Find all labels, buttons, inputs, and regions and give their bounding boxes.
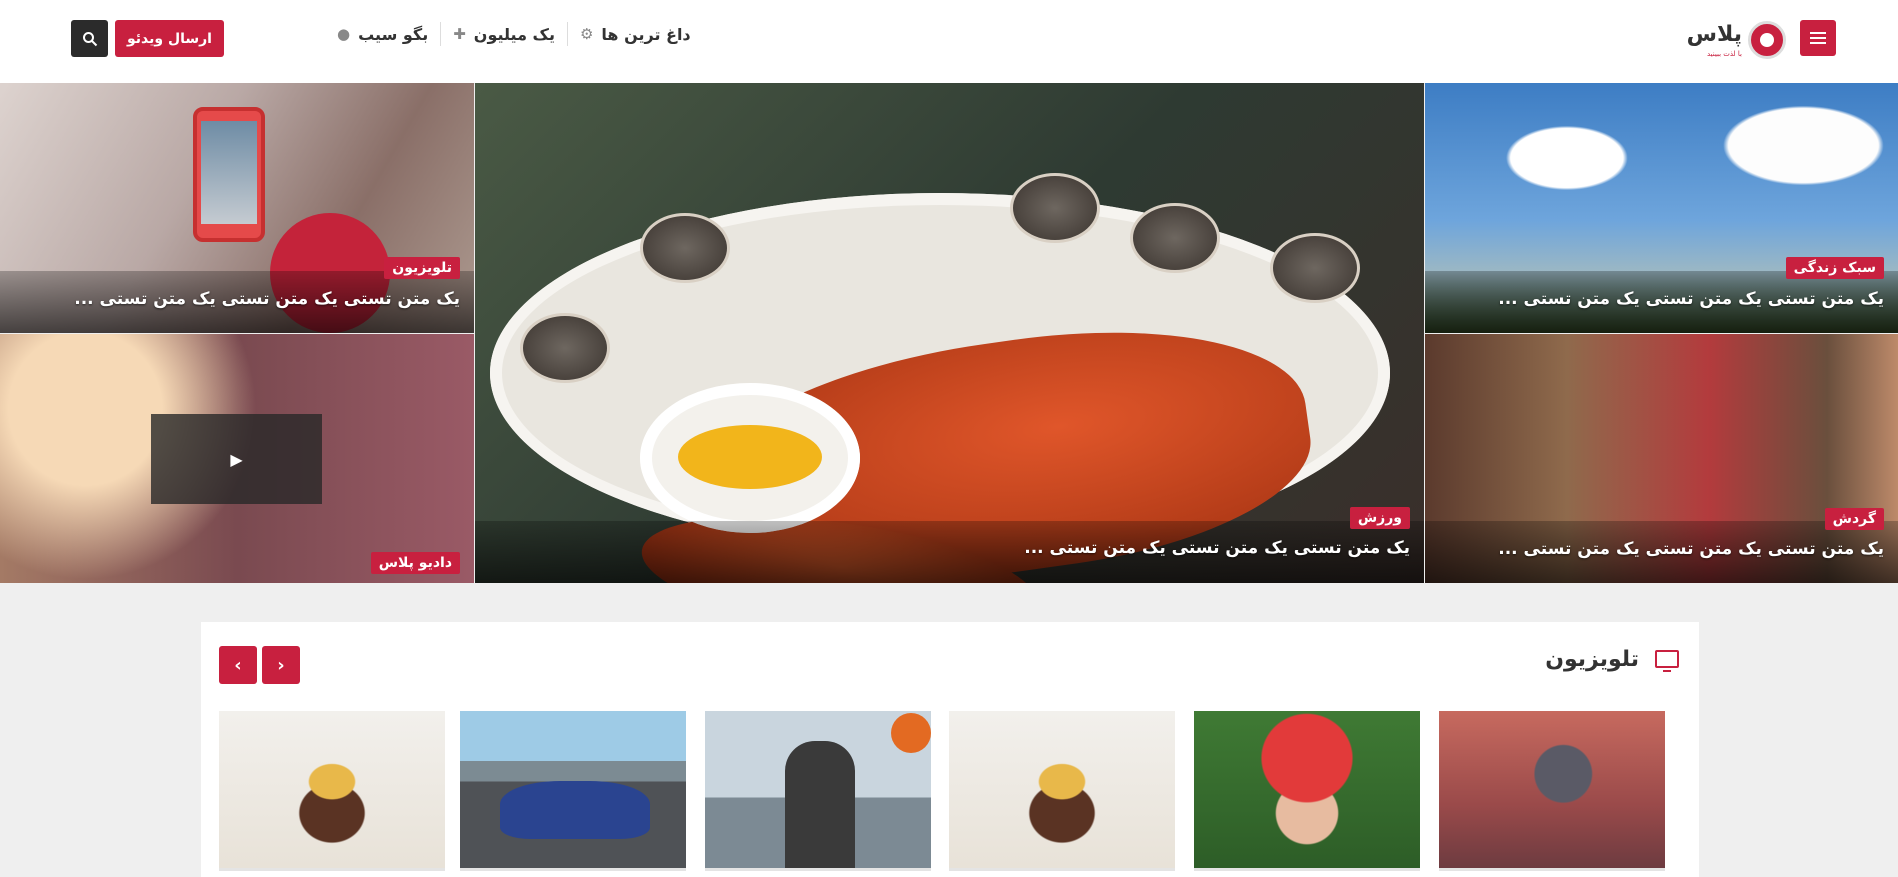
nav-item-one-million[interactable]: یک میلیون ✚ bbox=[440, 22, 567, 46]
tv-section: تلویزیون ‹ › bbox=[201, 622, 1699, 877]
hero-image-detail bbox=[520, 313, 610, 383]
carousel-prev-button[interactable]: ‹ bbox=[219, 646, 257, 684]
hero-title[interactable]: یک متن تستی یک متن تستی یک متن تستی ... bbox=[1024, 538, 1410, 558]
menu-icon bbox=[1810, 37, 1826, 39]
hero-image-detail bbox=[1270, 233, 1360, 303]
play-button[interactable]: ▶ bbox=[151, 414, 322, 504]
carousel-next-button[interactable]: › bbox=[262, 646, 300, 684]
hero-image-detail bbox=[490, 173, 1390, 583]
hero-tile-lifestyle[interactable]: سبک زندگی یک متن تستی یک متن تستی یک متن… bbox=[1425, 83, 1898, 333]
plus-icon: ✚ bbox=[453, 25, 466, 43]
hero-tile-travel[interactable]: گردش یک متن تستی یک متن تستی یک متن تستی… bbox=[1425, 334, 1898, 583]
carousel-thumb[interactable] bbox=[1194, 711, 1420, 871]
nav-item-label: یک میلیون bbox=[473, 24, 555, 44]
category-badge[interactable]: ورزش bbox=[1349, 507, 1410, 529]
category-badge[interactable]: دادیو پلاس bbox=[370, 552, 460, 574]
category-badge[interactable]: گردش bbox=[1824, 508, 1884, 530]
nav-item-say-cheese[interactable]: بگو سیب ● bbox=[325, 22, 440, 46]
search-button[interactable] bbox=[71, 20, 108, 57]
hero-title[interactable]: یک متن تستی یک متن تستی یک متن تستی ... bbox=[1498, 539, 1884, 559]
nav-item-label: داغ ترین ها bbox=[601, 24, 691, 44]
hero-image-detail bbox=[640, 213, 730, 283]
hero-image-detail bbox=[193, 107, 265, 242]
carousel-track bbox=[219, 711, 1679, 876]
gear-icon: ⚙ bbox=[579, 25, 594, 43]
site-logo[interactable]: پلاس با لذت ببینید bbox=[1687, 18, 1786, 62]
category-badge[interactable]: سبک زندگی bbox=[1785, 257, 1884, 279]
send-video-button[interactable]: ارسال ویدئو bbox=[115, 20, 224, 57]
logo-subtext: با لذت ببینید bbox=[1707, 50, 1742, 58]
hero-tile-sport[interactable]: ورزش یک متن تستی یک متن تستی یک متن تستی… bbox=[475, 83, 1424, 583]
apple-icon: ● bbox=[337, 25, 351, 43]
search-icon bbox=[82, 31, 97, 46]
nav-item-label: بگو سیب bbox=[358, 24, 429, 44]
hero-image-detail bbox=[1130, 203, 1220, 273]
site-header: پلاس با لذت ببینید داغ ترین ها ⚙ یک میلی… bbox=[0, 0, 1898, 84]
carousel-thumb[interactable] bbox=[1439, 711, 1665, 871]
carousel-thumb[interactable] bbox=[949, 711, 1175, 871]
monitor-icon bbox=[1655, 650, 1679, 672]
section-title: تلویزیون bbox=[1545, 647, 1639, 672]
hero-title[interactable]: یک متن تستی یک متن تستی یک متن تستی ... bbox=[1498, 289, 1884, 309]
hero-tile-radio[interactable]: ▶ دادیو پلاس bbox=[0, 334, 474, 583]
hero-image-detail bbox=[640, 383, 860, 533]
logo-mark-icon bbox=[1748, 21, 1786, 59]
hero-image-detail bbox=[1010, 173, 1100, 243]
hero-title[interactable]: یک متن تستی یک متن تستی یک متن تستی ... bbox=[74, 289, 460, 309]
hero-tile-tv[interactable]: تلویزیون یک متن تستی یک متن تستی یک متن … bbox=[0, 83, 474, 333]
carousel-thumb[interactable] bbox=[705, 711, 931, 871]
logo-text: پلاس bbox=[1686, 22, 1742, 47]
carousel-thumb[interactable] bbox=[460, 711, 686, 871]
nav-item-hottest[interactable]: داغ ترین ها ⚙ bbox=[566, 22, 703, 46]
hamburger-menu-button[interactable] bbox=[1800, 20, 1836, 56]
play-icon: ▶ bbox=[230, 449, 243, 469]
category-badge[interactable]: تلویزیون bbox=[384, 257, 460, 279]
carousel-thumb[interactable] bbox=[219, 711, 445, 871]
top-nav: داغ ترین ها ⚙ یک میلیون ✚ بگو سیب ● bbox=[325, 22, 703, 46]
